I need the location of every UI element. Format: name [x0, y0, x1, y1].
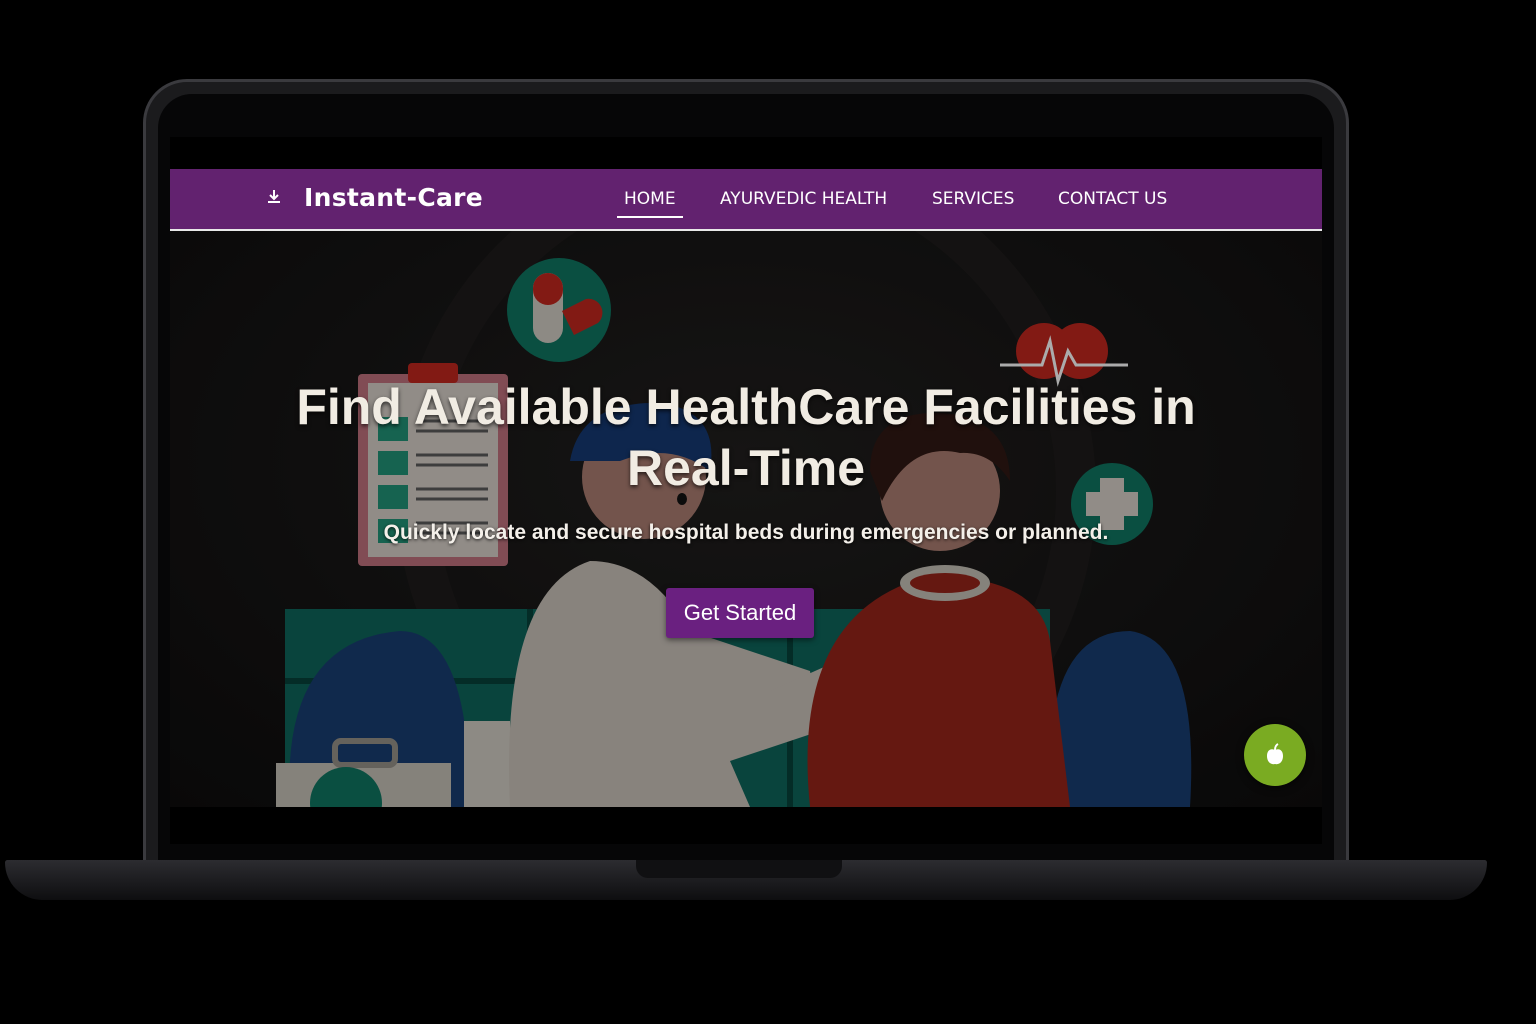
hero-title-line-2: Real-Time	[626, 440, 866, 496]
hero-dim-overlay	[170, 231, 1322, 807]
download-icon	[264, 187, 284, 207]
navbar: Instant-Care HOME AYURVEDIC HEALTH SERVI…	[170, 169, 1322, 231]
nav-ayurvedic-health[interactable]: AYURVEDIC HEALTH	[720, 189, 887, 209]
hero-section: Find Available HealthCare Facilities in …	[170, 231, 1322, 807]
nav-services[interactable]: SERVICES	[932, 189, 1014, 209]
browser-viewport: Instant-Care HOME AYURVEDIC HEALTH SERVI…	[170, 137, 1322, 844]
brand-logo-text[interactable]: Instant-Care	[304, 183, 483, 212]
get-started-button[interactable]: Get Started	[666, 588, 814, 638]
floating-action-button[interactable]	[1244, 724, 1306, 786]
hero-subtitle: Quickly locate and secure hospital beds …	[383, 521, 1109, 544]
hero-title-line-1: Find Available HealthCare Facilities in	[296, 379, 1196, 435]
nav-home[interactable]: HOME	[617, 189, 683, 218]
hero-title: Find Available HealthCare Facilities in …	[246, 377, 1246, 499]
bottom-strip	[170, 807, 1322, 844]
apple-icon	[1267, 743, 1283, 765]
laptop-mockup: Instant-Care HOME AYURVEDIC HEALTH SERVI…	[0, 0, 1536, 1024]
nav-contact-us[interactable]: CONTACT US	[1058, 189, 1167, 209]
laptop-notch	[636, 860, 842, 878]
